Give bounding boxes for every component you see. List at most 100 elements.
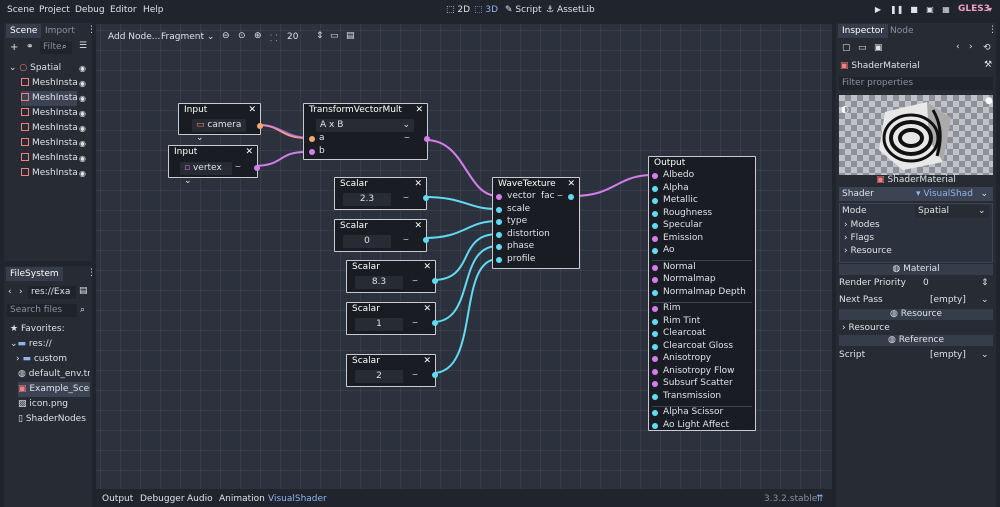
scalar-node[interactable]: Scalar ✕ 8.3 ⌣ (346, 260, 438, 293)
visibility-eye-icon[interactable]: ◉ (78, 91, 87, 106)
chevron-down-icon[interactable]: ⌄ (981, 349, 989, 362)
close-icon[interactable]: ✕ (245, 147, 253, 157)
scalar-node[interactable]: Scalar ✕ 0 ⌣ (334, 219, 429, 252)
scalar-value-field[interactable]: 1 (355, 318, 403, 331)
resource-group[interactable]: › Resource (844, 245, 892, 258)
output-port[interactable] (432, 320, 438, 326)
input-port[interactable] (652, 318, 658, 325)
input-port[interactable] (652, 331, 658, 337)
menu-editor[interactable]: Editor (110, 4, 137, 17)
expand-icon[interactable]: ⌣ (403, 193, 409, 203)
sphere-toggle-icon[interactable]: ● (985, 96, 993, 106)
visual-shader-graph[interactable]: Add Node... Fragment ⌄ ⊖ ⊙ ⊕ ⸬ 20 ⇕ ▭ ▤ … (96, 24, 832, 489)
input-port[interactable] (496, 257, 502, 263)
input-port[interactable] (496, 207, 502, 213)
output-port[interactable] (424, 136, 430, 142)
favorites-row[interactable]: ★ Favorites: (10, 322, 65, 337)
menu-project[interactable]: Project (39, 4, 70, 17)
scene-options-icon[interactable]: ☰ (79, 41, 87, 51)
pause-icon[interactable]: ❚❚ (890, 3, 903, 17)
input-port[interactable] (652, 356, 658, 362)
material-section-header[interactable]: ◍ Material (839, 264, 993, 275)
input-select[interactable]: ▭ camera ⌄ (192, 119, 246, 143)
input-select[interactable]: ▫ vertex ⌄ (180, 162, 232, 186)
input-port[interactable] (652, 343, 658, 350)
visibility-eye-icon[interactable]: ◉ (78, 136, 87, 151)
path-field[interactable]: res://Exa (28, 286, 76, 299)
visibility-eye-icon[interactable]: ◉ (78, 61, 87, 76)
menu-dots-icon[interactable]: ⋮ (988, 25, 997, 35)
back-icon[interactable]: ‹ (8, 287, 12, 297)
expand-icon[interactable]: ⌣ (235, 162, 241, 172)
scalar-node[interactable]: Scalar ✕ 2 ⌣ (346, 354, 438, 387)
output-port[interactable] (423, 195, 429, 201)
object-properties-icon[interactable]: ⚒ (984, 60, 992, 70)
close-icon[interactable]: ✕ (423, 356, 431, 366)
menu-dots-icon[interactable]: ⋮ (87, 268, 96, 278)
fs-item[interactable]: ▯ ShaderNodes (18, 412, 86, 427)
modes-group[interactable]: › Modes (844, 219, 880, 232)
split-view-icon[interactable]: ▤ (79, 286, 88, 296)
visibility-eye-icon[interactable]: ◉ (78, 76, 87, 91)
tab-debugger[interactable]: Debugger (140, 493, 185, 505)
scalar-node[interactable]: Scalar ✕ 1 ⌣ (346, 302, 438, 335)
render-priority-input[interactable]: 0 (918, 277, 990, 290)
fs-item[interactable]: ◍ default_env.tr (18, 367, 90, 382)
ws-assetlib-button[interactable]: ⚓ AssetLib (546, 4, 595, 17)
input-port[interactable] (652, 235, 658, 242)
tab-filesystem[interactable]: FileSystem (6, 267, 63, 281)
shader-resource-picker[interactable]: ▾ VisualShad ⌄ (916, 187, 990, 201)
close-icon[interactable]: ✕ (423, 262, 431, 272)
input-port-b[interactable] (309, 149, 315, 155)
output-node[interactable]: Output Albedo Alpha Metallic Roughness Specu… (648, 156, 756, 431)
scalar-value-field[interactable]: 0 (343, 235, 391, 248)
tab-audio[interactable]: Audio (187, 493, 213, 505)
input-port[interactable] (652, 393, 658, 400)
output-port[interactable] (257, 123, 263, 129)
tab-node[interactable]: Node (886, 24, 918, 38)
input-port[interactable] (652, 277, 658, 283)
save-icon[interactable]: ▣ (874, 43, 883, 53)
visibility-eye-icon[interactable]: ◉ (78, 166, 87, 181)
tab-scene[interactable]: Scene (6, 24, 42, 38)
ws-2d-button[interactable]: ⬚ 2D (446, 4, 470, 17)
input-port[interactable] (652, 381, 658, 387)
expand-icon[interactable]: ⌣ (404, 133, 410, 143)
menu-scene[interactable]: Scene (7, 4, 34, 17)
input-port[interactable] (652, 410, 658, 416)
input-port[interactable] (652, 289, 658, 296)
input-port[interactable] (652, 368, 658, 375)
tab-output[interactable]: Output (102, 493, 133, 505)
play-scene-icon[interactable]: ▣ (924, 3, 936, 17)
forward-icon[interactable]: › (19, 287, 23, 297)
close-icon[interactable]: ✕ (414, 179, 422, 189)
close-icon[interactable]: ✕ (415, 105, 423, 115)
input-port[interactable] (652, 210, 658, 217)
ws-3d-button[interactable]: ⬚ 3D (474, 4, 498, 17)
output-port[interactable] (254, 165, 260, 171)
scalar-value-field[interactable]: 8.3 (355, 276, 403, 289)
operator-select[interactable]: A x B ⌄ (316, 119, 414, 132)
scalar-value-field[interactable]: 2 (355, 370, 403, 383)
expand-icon[interactable]: ⌣ (557, 191, 563, 201)
expand-panel-icon[interactable]: ⇈ (816, 493, 824, 505)
wave-texture-node[interactable]: WaveTexture ✕ vector scale type distorti… (492, 177, 580, 269)
scalar-node[interactable]: Scalar ✕ 2.3 ⌣ (334, 177, 429, 210)
fs-item[interactable]: ▣ Example_Scen (18, 382, 90, 397)
play-custom-icon[interactable]: ▦ (940, 3, 952, 17)
output-port[interactable] (423, 237, 429, 243)
chevron-down-icon[interactable]: ⌄ (981, 294, 989, 307)
expand-icon[interactable]: ⌣ (412, 318, 418, 328)
resource-path[interactable]: ▣ ShaderMaterial (840, 60, 980, 73)
filter-input[interactable]: Filte (40, 41, 72, 54)
expand-icon[interactable]: ⌣ (412, 370, 418, 380)
fs-item[interactable]: ▨ icon.png (18, 397, 68, 412)
search-files-input[interactable]: Search files (7, 304, 77, 317)
input-port[interactable] (496, 244, 502, 250)
stop-icon[interactable]: ■ (908, 3, 920, 17)
close-icon[interactable]: ✕ (423, 304, 431, 314)
input-node-camera[interactable]: Input ✕ ▭ camera ⌄ (178, 103, 263, 143)
play-icon[interactable]: ▶ (872, 3, 884, 17)
history-forward-icon[interactable]: › (969, 42, 973, 52)
input-port[interactable] (652, 198, 658, 204)
